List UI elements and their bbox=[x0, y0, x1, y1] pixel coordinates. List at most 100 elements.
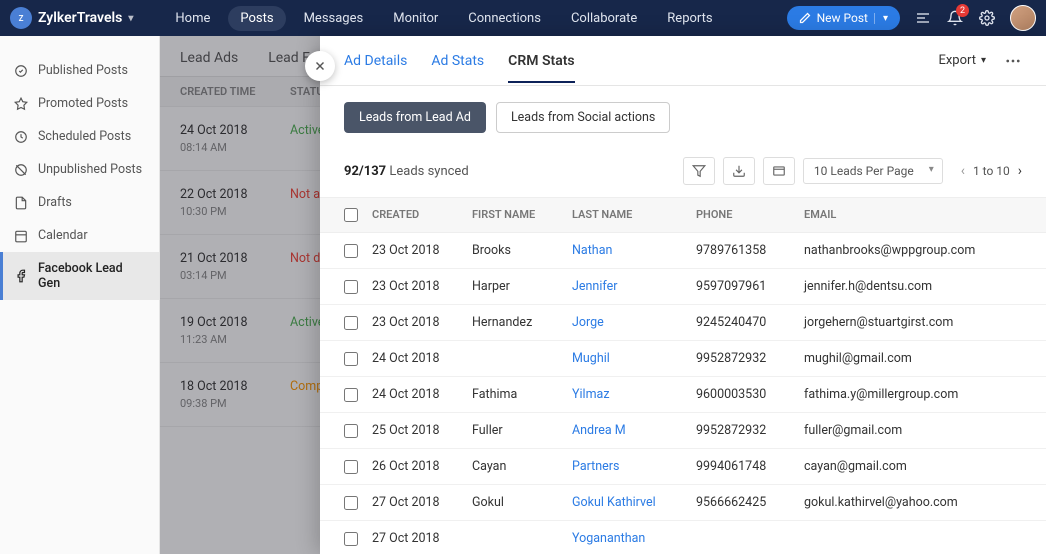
lead-created: 23 Oct 2018 bbox=[372, 315, 472, 330]
sidebar-item-scheduled-posts[interactable]: Scheduled Posts bbox=[0, 120, 159, 153]
columns-icon bbox=[772, 164, 786, 178]
top-navbar: Z ZylkerTravels ▾ HomePosts MessagesMonit… bbox=[0, 0, 1046, 36]
sidebar-item-label: Promoted Posts bbox=[38, 96, 128, 111]
lead-email: fuller@gmail.com bbox=[804, 423, 1022, 438]
lead-row-checkbox[interactable] bbox=[344, 424, 358, 438]
nav-link-messages[interactable]: Messages bbox=[292, 6, 376, 31]
lead-last-name-link[interactable]: Jorge bbox=[572, 315, 696, 330]
chevron-down-icon[interactable]: ▾ bbox=[874, 13, 888, 24]
panel-tab-crm-stats[interactable]: CRM Stats bbox=[508, 39, 574, 83]
lead-first-name: Gokul bbox=[472, 495, 572, 510]
lead-last-name-link[interactable]: Nathan bbox=[572, 243, 696, 258]
lead-row-checkbox[interactable] bbox=[344, 280, 358, 294]
prev-page-button[interactable]: ‹ bbox=[961, 163, 965, 179]
lead-email: cayan@gmail.com bbox=[804, 459, 1022, 474]
nav-link-home[interactable]: Home bbox=[163, 6, 222, 31]
sidebar-item-promoted-posts[interactable]: Promoted Posts bbox=[0, 87, 159, 120]
export-label: Export bbox=[938, 53, 976, 68]
lead-last-name-link[interactable]: Gokul Kathirvel bbox=[572, 495, 696, 510]
lead-first-name: Fuller bbox=[472, 423, 572, 438]
page-range: 1 to 10 bbox=[973, 164, 1010, 178]
lead-created: 25 Oct 2018 bbox=[372, 423, 472, 438]
notif-badge: 2 bbox=[956, 4, 969, 17]
new-post-button[interactable]: New Post ▾ bbox=[787, 6, 900, 30]
lead-phone: 9789761358 bbox=[696, 243, 804, 258]
lead-row-checkbox[interactable] bbox=[344, 244, 358, 258]
leads-per-page-select[interactable]: 10 Leads Per Page bbox=[803, 158, 943, 184]
sidebar-item-drafts[interactable]: Drafts bbox=[0, 186, 159, 219]
settings-icon[interactable] bbox=[978, 9, 996, 27]
filter-button[interactable] bbox=[683, 157, 715, 185]
lead-phone: 9245240470 bbox=[696, 315, 804, 330]
lead-last-name-link[interactable]: Yilmaz bbox=[572, 387, 696, 402]
lead-first-name: Cayan bbox=[472, 459, 572, 474]
lead-phone: 9600003530 bbox=[696, 387, 804, 402]
nav-link-posts[interactable]: Posts bbox=[228, 6, 285, 31]
lead-last-name-link[interactable]: Yogananthan bbox=[572, 531, 696, 546]
sidebar-item-calendar[interactable]: Calendar bbox=[0, 219, 159, 252]
brand-switcher[interactable]: Z ZylkerTravels ▾ bbox=[10, 7, 133, 29]
nav-link-monitor[interactable]: Monitor bbox=[381, 6, 450, 31]
lead-row-checkbox[interactable] bbox=[344, 388, 358, 402]
col-last-name: LAST NAME bbox=[572, 208, 696, 222]
lead-email: jorgehern@stuartgirst.com bbox=[804, 315, 1022, 330]
lead-phone: 9597097961 bbox=[696, 279, 804, 294]
lead-last-name-link[interactable]: Andrea M bbox=[572, 423, 696, 438]
lead-row-checkbox[interactable] bbox=[344, 316, 358, 330]
post-date: 18 Oct 201809:38 PM bbox=[180, 379, 290, 410]
post-time: 03:14 PM bbox=[180, 269, 290, 282]
sidebar-item-facebook-lead-gen[interactable]: Facebook Lead Gen bbox=[0, 252, 159, 300]
download-button[interactable] bbox=[723, 157, 755, 185]
panel-tab-ad-stats[interactable]: Ad Stats bbox=[431, 39, 484, 83]
lead-row-checkbox[interactable] bbox=[344, 460, 358, 474]
lead-row-checkbox[interactable] bbox=[344, 532, 358, 546]
leads-synced-text: 92/137 Leads synced bbox=[344, 164, 469, 179]
close-icon bbox=[313, 59, 327, 73]
more-actions-button[interactable] bbox=[1004, 52, 1022, 70]
sidebar-icon bbox=[14, 269, 28, 283]
sidebar-item-label: Drafts bbox=[38, 195, 72, 210]
leads-from-lead-ad-button[interactable]: Leads from Lead Ad bbox=[344, 102, 486, 133]
sidebar-item-published-posts[interactable]: Published Posts bbox=[0, 54, 159, 87]
next-page-button[interactable]: › bbox=[1018, 163, 1022, 179]
user-avatar[interactable] bbox=[1010, 5, 1036, 31]
bg-col-created: CREATED TIME bbox=[180, 85, 290, 98]
lead-last-name-link[interactable]: Partners bbox=[572, 459, 696, 474]
leads-from-social-actions-button[interactable]: Leads from Social actions bbox=[496, 102, 670, 133]
select-all-checkbox[interactable] bbox=[344, 208, 358, 222]
export-button[interactable]: Export ▾ bbox=[938, 53, 986, 68]
lead-phone: 9952872932 bbox=[696, 351, 804, 366]
bg-tab-lead-ads[interactable]: Lead Ads bbox=[180, 50, 238, 66]
lead-row-checkbox[interactable] bbox=[344, 496, 358, 510]
sidebar-item-label: Unpublished Posts bbox=[38, 162, 142, 177]
dots-horizontal-icon bbox=[1004, 52, 1022, 70]
nav-link-collaborate[interactable]: Collaborate bbox=[559, 6, 649, 31]
lead-last-name-link[interactable]: Jennifer bbox=[572, 279, 696, 294]
panel-tab-ad-details[interactable]: Ad Details bbox=[344, 39, 407, 83]
columns-button[interactable] bbox=[763, 157, 795, 185]
sidebar-item-label: Facebook Lead Gen bbox=[38, 261, 145, 291]
lead-row: 26 Oct 2018CayanPartners9994061748cayan@… bbox=[320, 449, 1046, 485]
lead-phone: 9952872932 bbox=[696, 423, 804, 438]
lead-phone: 9994061748 bbox=[696, 459, 804, 474]
lead-first-name: Fathima bbox=[472, 387, 572, 402]
brand-name: ZylkerTravels bbox=[38, 10, 122, 26]
nav-link-reports[interactable]: Reports bbox=[655, 6, 724, 31]
lead-row-checkbox[interactable] bbox=[344, 352, 358, 366]
lead-row: 23 Oct 2018HarperJennifer9597097961jenni… bbox=[320, 269, 1046, 305]
lead-row: 25 Oct 2018FullerAndrea M9952872932fulle… bbox=[320, 413, 1046, 449]
notifications-icon[interactable]: 2 bbox=[946, 9, 964, 27]
lead-created: 26 Oct 2018 bbox=[372, 459, 472, 474]
sidebar: Published Posts Promoted Posts Scheduled P… bbox=[0, 36, 160, 554]
lead-last-name-link[interactable]: Mughil bbox=[572, 351, 696, 366]
lead-created: 23 Oct 2018 bbox=[372, 243, 472, 258]
lead-email: mughil@gmail.com bbox=[804, 351, 1022, 366]
sidebar-item-unpublished-posts[interactable]: Unpublished Posts bbox=[0, 153, 159, 186]
sidebar-item-label: Calendar bbox=[38, 228, 88, 243]
leads-table-header: CREATED FIRST NAME LAST NAME PHONE EMAIL bbox=[320, 198, 1046, 233]
leads-table: CREATED FIRST NAME LAST NAME PHONE EMAIL… bbox=[320, 197, 1046, 554]
close-panel-button[interactable] bbox=[305, 51, 335, 81]
nav-link-connections[interactable]: Connections bbox=[456, 6, 553, 31]
leads-synced-count: 92/137 bbox=[344, 164, 386, 179]
activity-icon[interactable] bbox=[914, 9, 932, 27]
